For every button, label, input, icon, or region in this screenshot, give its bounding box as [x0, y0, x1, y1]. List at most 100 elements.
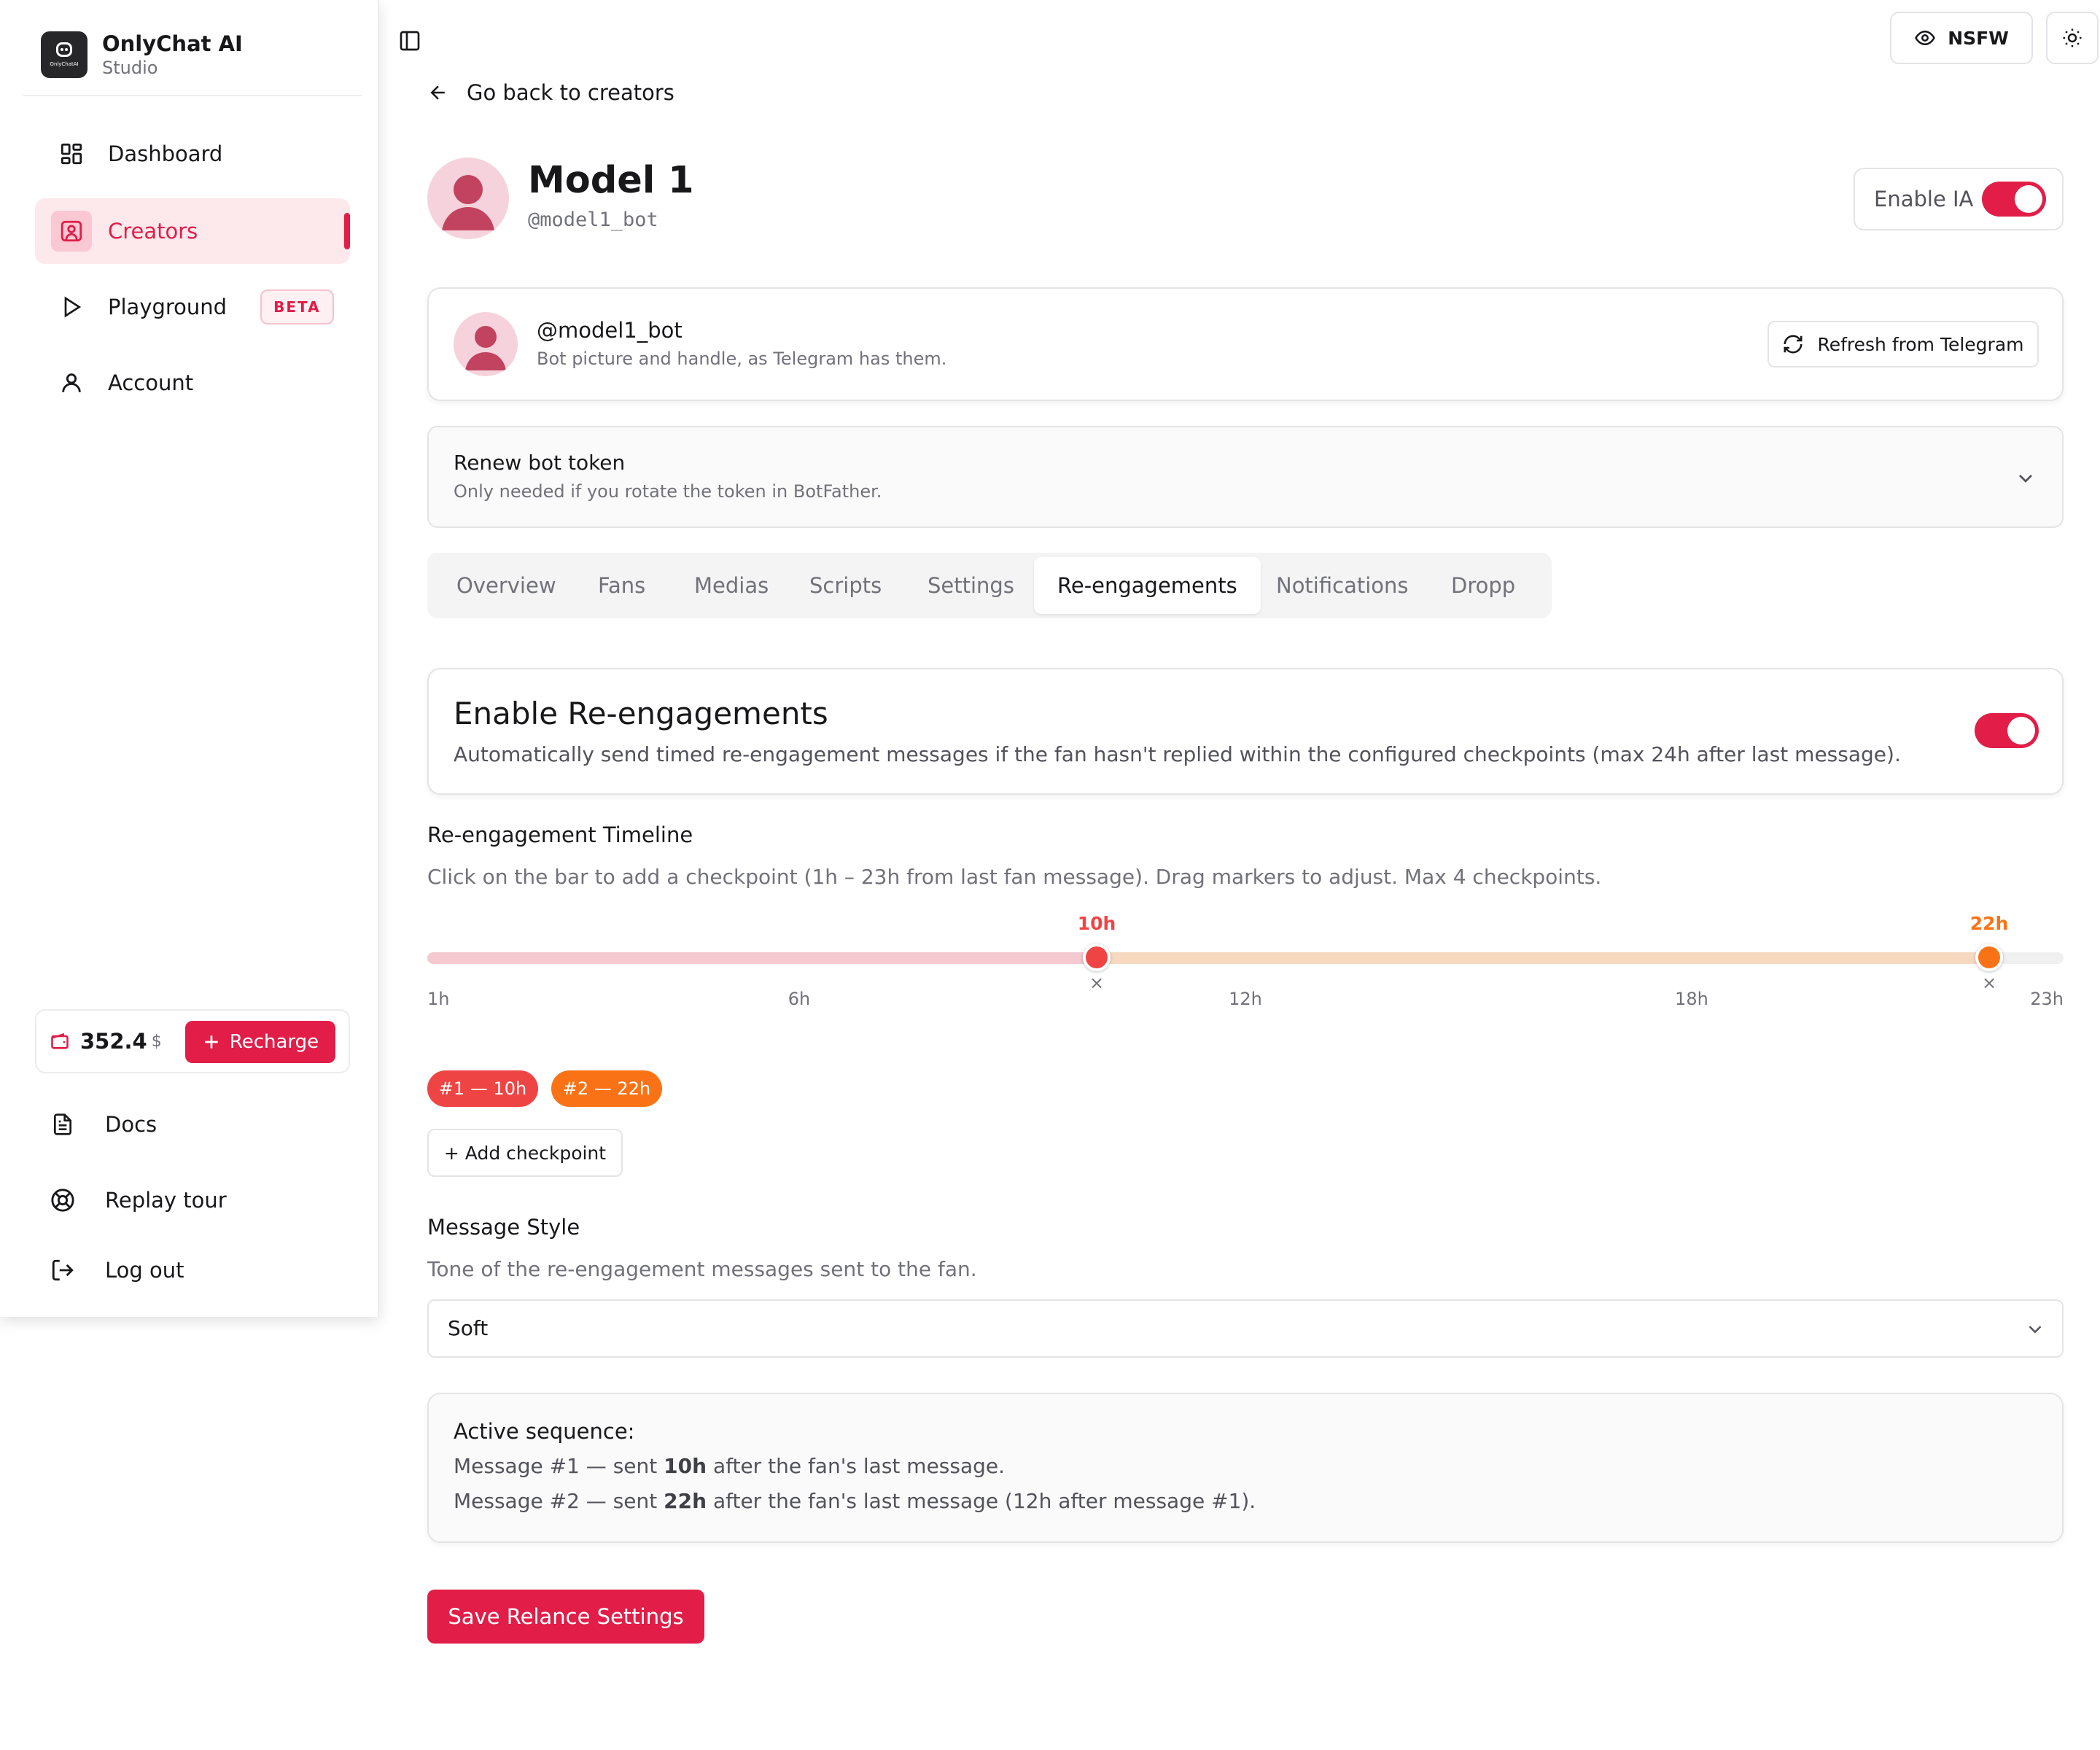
- sidebar-item-label: Creators: [108, 219, 198, 244]
- sidebar: OnlyChatAI OnlyChat AI Studio Dashboard …: [0, 0, 379, 1317]
- timeline-ticks: 1h 6h 12h 18h 23h: [427, 989, 2064, 1018]
- recharge-label: Recharge: [229, 1031, 319, 1053]
- sidebar-item-account[interactable]: Account: [35, 350, 350, 416]
- nsfw-toggle-button[interactable]: NSFW: [1890, 12, 2033, 64]
- sequence-line: Message #2 — sent 22h after the fan's la…: [454, 1489, 1256, 1513]
- balance-amount: 352.4: [80, 1029, 147, 1054]
- logout-icon: [48, 1256, 77, 1285]
- checkpoint-label: 22h: [1969, 913, 2009, 934]
- back-link[interactable]: Go back to creators: [427, 80, 674, 105]
- logout-link[interactable]: Log out: [48, 1256, 184, 1285]
- theme-toggle-button[interactable]: [2046, 12, 2099, 64]
- replay-tour-link[interactable]: Replay tour: [48, 1186, 227, 1215]
- checkpoint-marker[interactable]: [1975, 944, 2003, 971]
- sun-icon: [2063, 28, 2082, 47]
- sidebar-toggle-icon[interactable]: [398, 29, 427, 58]
- add-checkpoint-button[interactable]: + Add checkpoint: [427, 1129, 623, 1177]
- chevron-down-icon: [2019, 475, 2032, 483]
- balance-currency: $: [151, 1032, 162, 1051]
- lifebuoy-icon: [48, 1186, 77, 1215]
- refresh-label: Refresh from Telegram: [1817, 333, 2024, 355]
- sidebar-item-playground[interactable]: Playground BETA: [35, 274, 350, 340]
- play-icon: [55, 291, 88, 323]
- checkpoint-label: 10h: [1077, 913, 1116, 934]
- message-style-select[interactable]: Soft: [427, 1299, 2064, 1358]
- brand[interactable]: OnlyChatAI OnlyChat AI Studio: [41, 31, 243, 79]
- creators-icon: [51, 211, 92, 252]
- active-sequence-title: Active sequence:: [454, 1419, 635, 1444]
- message-style-value: Soft: [448, 1316, 489, 1340]
- tab-dropp[interactable]: Dropp: [1451, 553, 1515, 618]
- active-sequence-card: Active sequence: Message #1 — sent 10h a…: [427, 1393, 2064, 1543]
- brand-name: OnlyChat AI: [102, 31, 243, 56]
- tab-bar: Overview Fans Medias Scripts Settings Re…: [427, 553, 1552, 618]
- divider: [23, 95, 362, 96]
- bot-handle: @model1_bot: [537, 318, 682, 343]
- refresh-telegram-button[interactable]: Refresh from Telegram: [1768, 321, 2039, 368]
- balance-box: 352.4 $ Recharge: [35, 1009, 350, 1073]
- enable-reengagements-title: Enable Re-engagements: [454, 696, 828, 731]
- eye-icon: [1915, 30, 1936, 46]
- sidebar-item-dashboard[interactable]: Dashboard: [35, 121, 350, 187]
- enable-reengagements-description: Automatically send timed re-engagement m…: [454, 742, 1901, 766]
- sidebar-item-label: Account: [108, 370, 194, 395]
- enable-reengagements-toggle[interactable]: [1975, 713, 2039, 748]
- bot-card: @model1_bot Bot picture and handle, as T…: [427, 287, 2064, 401]
- replay-tour-label: Replay tour: [105, 1188, 227, 1213]
- brand-logo-text: OnlyChatAI: [50, 61, 79, 67]
- message-style-description: Tone of the re-engagement messages sent …: [427, 1257, 977, 1281]
- timeline-tick: 23h: [2030, 989, 2064, 1009]
- renew-token-accordion[interactable]: Renew bot token Only needed if you rotat…: [427, 426, 2064, 528]
- tab-overview[interactable]: Overview: [456, 553, 556, 618]
- arrow-left-icon: [430, 85, 445, 100]
- timeline-segment-2: [1097, 952, 1989, 964]
- enable-ia-toggle[interactable]: [1982, 182, 2046, 217]
- renew-title: Renew bot token: [454, 451, 626, 475]
- page-title: Model 1: [528, 159, 694, 202]
- sidebar-item-creators[interactable]: Creators: [35, 198, 350, 264]
- timeline-tick: 18h: [1675, 989, 1708, 1009]
- bot-icon: [56, 42, 72, 57]
- timeline-tick: 6h: [788, 989, 811, 1009]
- checkpoint-pill[interactable]: #2 — 22h: [551, 1070, 662, 1107]
- sidebar-item-label: Dashboard: [108, 141, 223, 166]
- docs-label: Docs: [105, 1112, 158, 1137]
- model-handle: @model1_bot: [528, 209, 658, 231]
- renew-description: Only needed if you rotate the token in B…: [454, 481, 882, 502]
- nsfw-label: NSFW: [1948, 27, 2009, 49]
- timeline-description: Click on the bar to add a checkpoint (1h…: [427, 865, 1602, 889]
- tab-fans[interactable]: Fans: [598, 553, 645, 618]
- timeline-title: Re-engagement Timeline: [427, 822, 693, 847]
- beta-badge: BETA: [260, 289, 334, 324]
- docs-link[interactable]: Docs: [48, 1110, 157, 1139]
- back-label: Go back to creators: [467, 80, 674, 105]
- user-icon: [55, 367, 88, 399]
- tab-notifications[interactable]: Notifications: [1276, 553, 1409, 618]
- message-style-title: Message Style: [427, 1215, 580, 1240]
- logout-label: Log out: [105, 1258, 184, 1283]
- tab-settings[interactable]: Settings: [928, 553, 1014, 618]
- checkpoint-pill[interactable]: #1 — 10h: [427, 1070, 538, 1107]
- bot-description: Bot picture and handle, as Telegram has …: [537, 349, 947, 369]
- timeline-tick: 1h: [427, 989, 450, 1009]
- brand-logo: OnlyChatAI: [41, 31, 88, 78]
- wallet-icon: [50, 1031, 70, 1051]
- timeline-segment-1: [427, 952, 1097, 964]
- document-icon: [48, 1110, 77, 1139]
- recharge-button[interactable]: Recharge: [185, 1021, 335, 1063]
- chevron-down-icon: [2029, 1326, 2042, 1334]
- dashboard-icon: [55, 138, 88, 170]
- tab-medias[interactable]: Medias: [694, 553, 769, 618]
- save-settings-button[interactable]: Save Relance Settings: [427, 1590, 704, 1644]
- enable-reengagements-card: Enable Re-engagements Automatically send…: [427, 668, 2064, 795]
- timeline-tick: 12h: [1229, 989, 1262, 1009]
- plus-icon: [205, 1035, 218, 1049]
- checkpoint-marker[interactable]: [1083, 944, 1111, 971]
- brand-subtitle: Studio: [102, 58, 158, 78]
- tab-re-engagements[interactable]: Re-engagements: [1034, 557, 1261, 614]
- tab-scripts[interactable]: Scripts: [809, 553, 882, 618]
- sidebar-item-label: Playground: [108, 295, 228, 319]
- sequence-line: Message #1 — sent 10h after the fan's la…: [454, 1454, 1006, 1478]
- refresh-icon: [1784, 335, 1802, 354]
- bot-avatar: [454, 312, 518, 376]
